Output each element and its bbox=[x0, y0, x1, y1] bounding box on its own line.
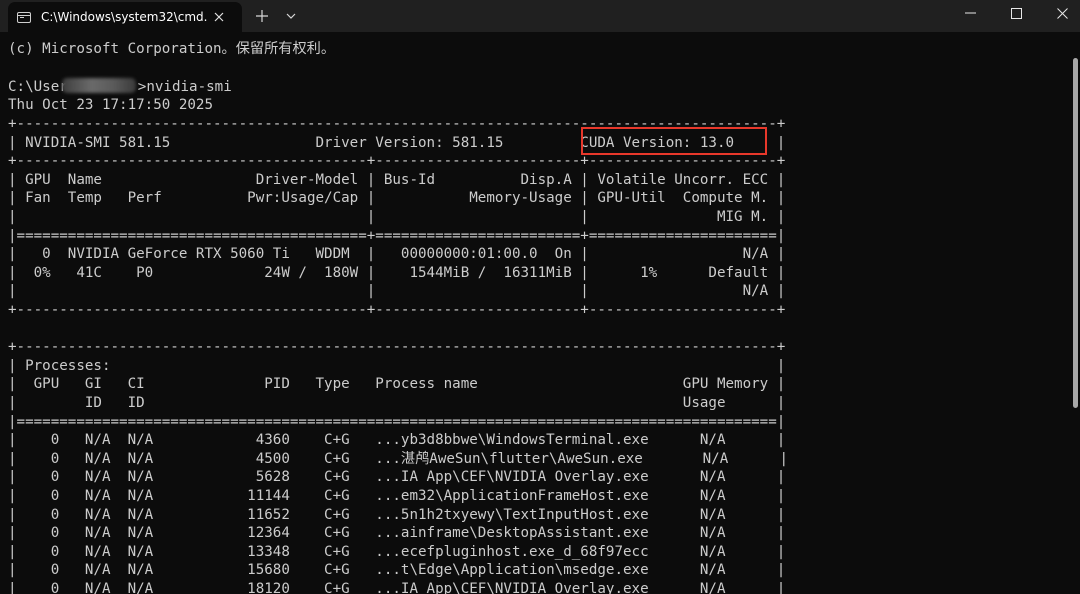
output-line: | ID ID Usage | bbox=[8, 395, 786, 411]
output-line: | 0 N/A N/A 4360 C+G ...yb3d8bbwe\Window… bbox=[8, 432, 786, 449]
output-line: | 0 N/A N/A 15680 C+G ...t\Edge\Applicat… bbox=[8, 562, 786, 579]
timestamp-line: Thu Oct 23 17:17:50 2025 bbox=[8, 97, 213, 113]
prompt-path: C:\User bbox=[8, 79, 68, 95]
prompt-command: >nvidia-smi bbox=[137, 79, 232, 95]
output-line: | 0 N/A N/A 13348 C+G ...ecefpluginhost.… bbox=[8, 543, 786, 560]
maximize-button[interactable] bbox=[993, 0, 1039, 26]
output-line: | GPU GI CI PID Type Process name GPU Me… bbox=[8, 376, 786, 393]
output-line: +---------------------------------------… bbox=[8, 302, 786, 318]
close-tab-icon[interactable] bbox=[209, 7, 229, 27]
output-line: | | | MIG M. | bbox=[8, 209, 786, 225]
output-line: | 0 N/A N/A 11144 C+G ...em32\Applicatio… bbox=[8, 488, 786, 504]
tab-cmd[interactable]: C:\Windows\system32\cmd.exe bbox=[8, 2, 242, 32]
output-line: |=======================================… bbox=[8, 227, 786, 244]
output-line: | 0 N/A N/A 4500 C+G ...湛鸬AweSun\flutter… bbox=[8, 450, 789, 467]
new-tab-button[interactable] bbox=[248, 0, 276, 32]
output-line: | 0 N/A N/A 18120 C+G ...IA App\CEF\NVID… bbox=[8, 581, 786, 594]
output-line: | 0% 41C P0 24W / 180W | 1544MiB / 16311… bbox=[8, 264, 786, 281]
output-line: | 0 N/A N/A 5628 C+G ...IA App\CEF\NVIDI… bbox=[8, 469, 786, 486]
tab-title: C:\Windows\system32\cmd.exe bbox=[41, 10, 207, 24]
prompt-line: C:\User >nvidia-smi bbox=[8, 78, 232, 97]
output-line: | Processes: | bbox=[8, 357, 786, 374]
close-window-button[interactable] bbox=[1039, 0, 1080, 26]
minimize-button[interactable] bbox=[947, 0, 993, 26]
output-line: | 0 N/A N/A 12364 C+G ...ainframe\Deskto… bbox=[8, 525, 786, 542]
scrollbar-thumb[interactable] bbox=[1073, 58, 1078, 408]
terminal-icon bbox=[17, 11, 31, 23]
cuda-version-highlight bbox=[581, 127, 767, 155]
output-line: | | | N/A | bbox=[8, 283, 786, 300]
tab-dropdown-button[interactable] bbox=[277, 0, 305, 32]
title-bar: C:\Windows\system32\cmd.exe bbox=[0, 0, 1080, 32]
output-line: +---------------------------------------… bbox=[8, 339, 786, 356]
output-line: |=======================================… bbox=[8, 413, 786, 430]
output-line: | 0 N/A N/A 11652 C+G ...5n1h2txyewy\Tex… bbox=[8, 506, 786, 523]
output-line: | GPU Name Driver-Model | Bus-Id Disp.A … bbox=[8, 171, 786, 188]
terminal-output[interactable]: (c) Microsoft Corporation。保留所有权利。 C:\Use… bbox=[8, 40, 1070, 594]
output-line: | Fan Temp Perf Pwr:Usage/Cap | Memory-U… bbox=[8, 190, 786, 207]
redacted-username bbox=[61, 78, 136, 93]
output-line: | 0 NVIDIA GeForce RTX 5060 Ti WDDM | 00… bbox=[8, 246, 786, 263]
copyright-line: (c) Microsoft Corporation。保留所有权利。 bbox=[8, 41, 336, 57]
